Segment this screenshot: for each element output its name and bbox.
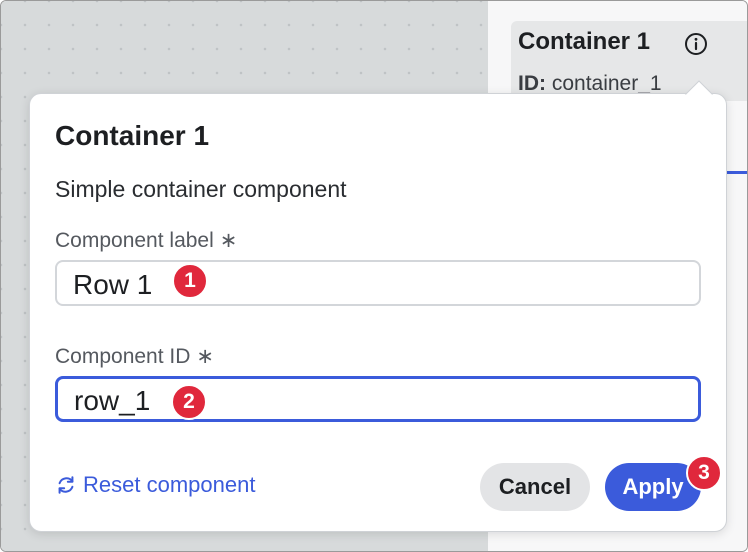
popover-caret — [684, 80, 714, 96]
id-value: container_1 — [551, 72, 662, 95]
step-badge-3: 3 — [686, 455, 722, 491]
component-label-input[interactable] — [55, 260, 701, 306]
component-header-title: Container 1 — [518, 28, 651, 55]
reset-component-link[interactable]: Reset component — [55, 472, 255, 498]
refresh-icon — [58, 476, 74, 494]
required-asterisk-icon: ∗ — [196, 345, 215, 368]
step-badge-2: 2 — [171, 384, 207, 420]
component-id-text: Component ID — [55, 345, 191, 368]
required-asterisk-icon: ∗ — [219, 229, 238, 252]
reset-component-label: Reset component — [83, 472, 256, 497]
component-label-text: Component label — [55, 229, 214, 252]
step-badge-1: 1 — [172, 263, 208, 299]
id-label: ID: — [518, 72, 546, 95]
component-id-field-label: Component ID ∗ — [55, 344, 214, 369]
popover-description: Simple container component — [55, 176, 347, 202]
cancel-button[interactable]: Cancel — [480, 463, 590, 511]
popover-title: Container 1 — [55, 120, 210, 151]
component-id-input[interactable] — [55, 376, 701, 422]
component-label-field-label: Component label ∗ — [55, 228, 237, 253]
info-icon[interactable] — [684, 32, 708, 56]
